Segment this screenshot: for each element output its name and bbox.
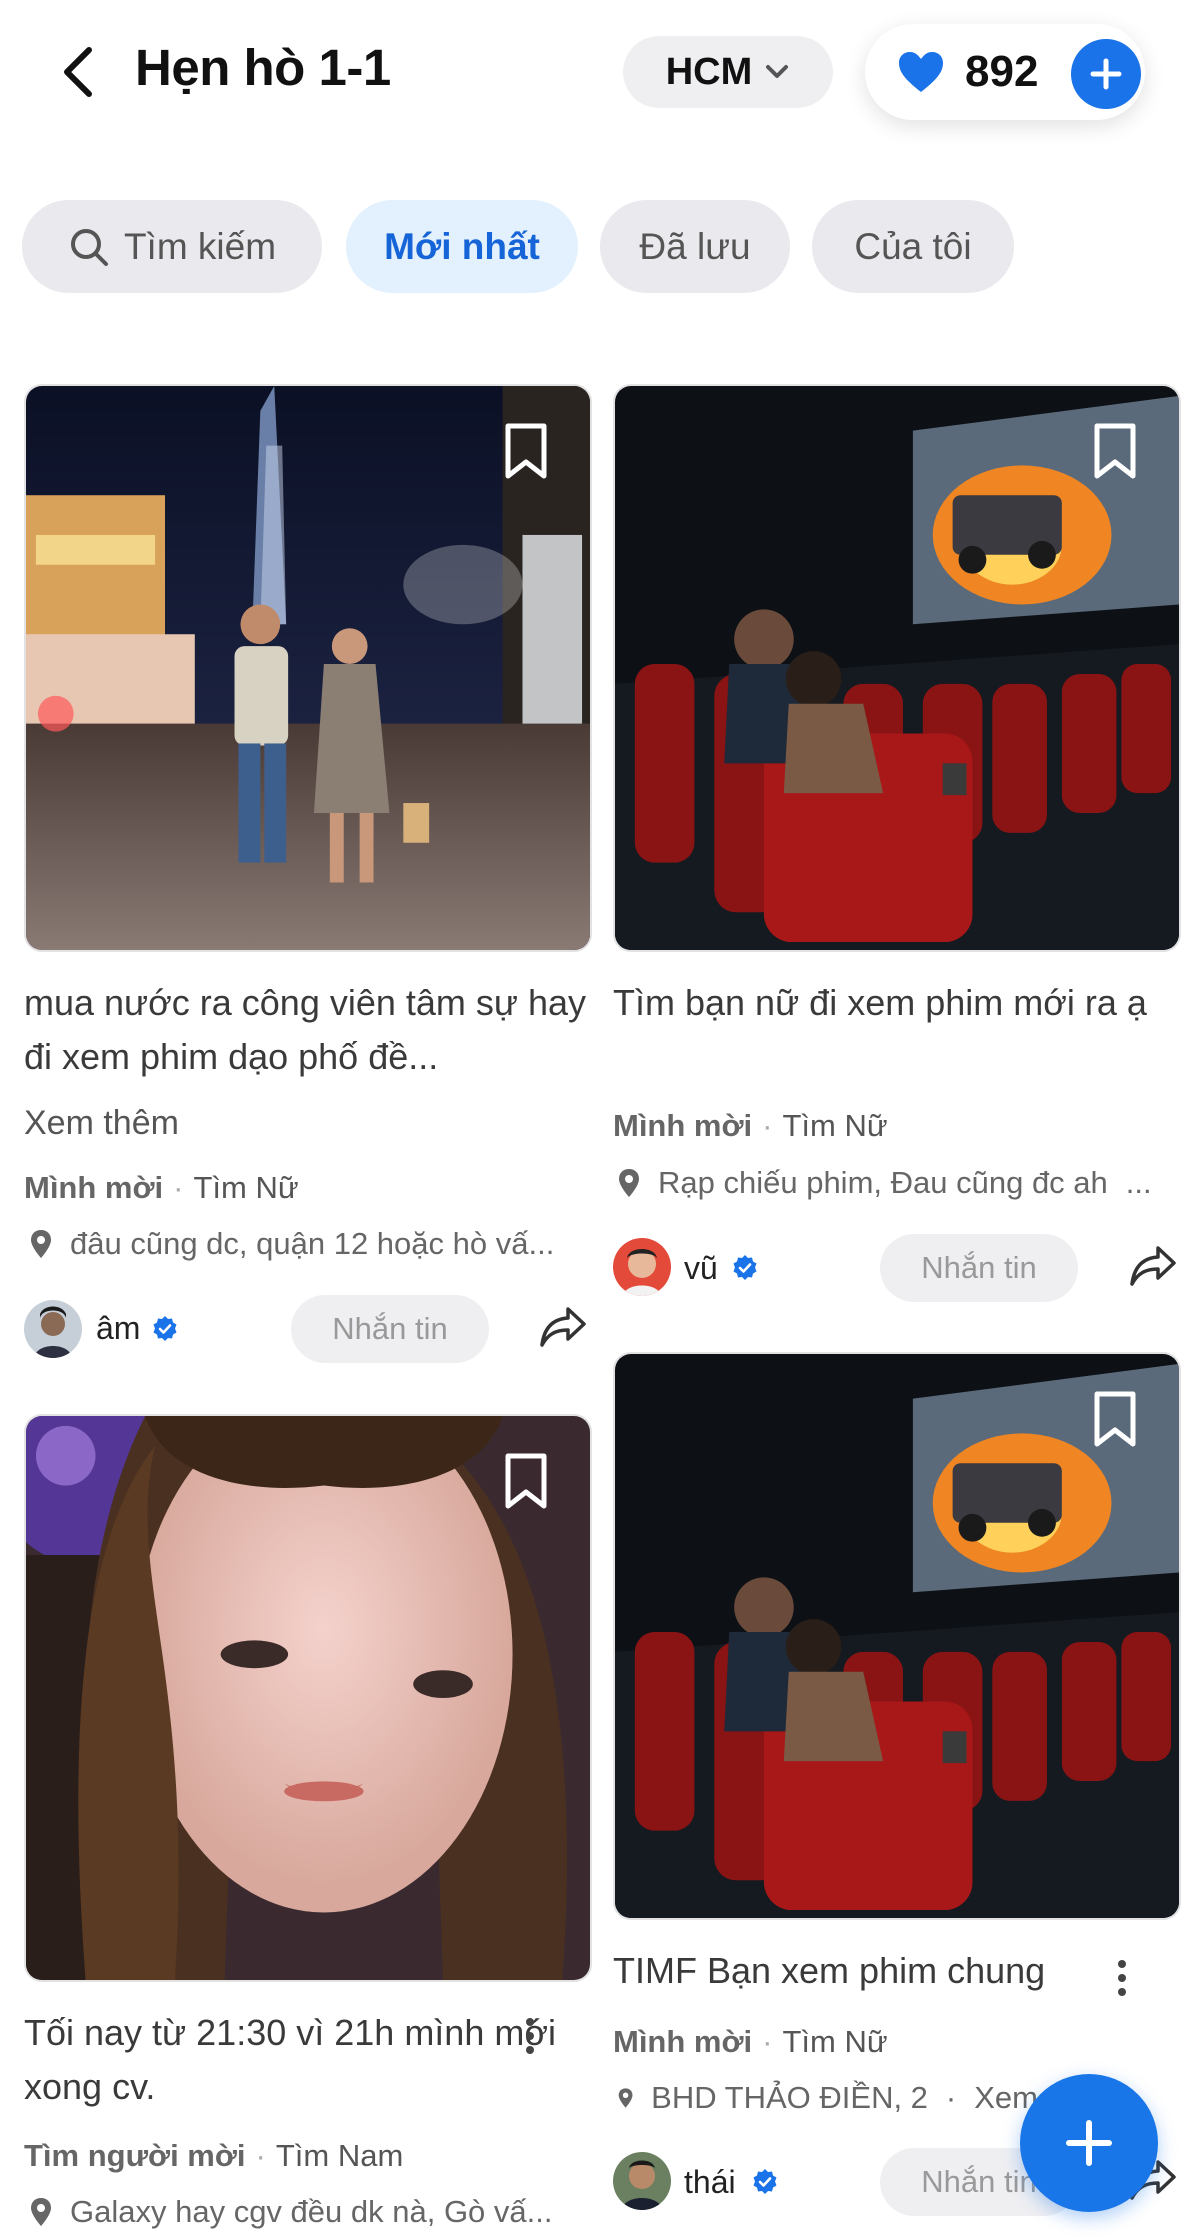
bookmark-icon[interactable]: [1091, 422, 1139, 480]
meta-separator: ·: [762, 2024, 773, 2059]
tab-newest[interactable]: Mới nhất: [346, 200, 578, 293]
author-name[interactable]: thái: [684, 2164, 736, 2201]
post-title[interactable]: Tối nay từ 21:30 vì 21h mình mới xong cv…: [24, 2006, 569, 2114]
likes-counter[interactable]: 892: [865, 24, 1145, 120]
add-likes-button[interactable]: [1071, 39, 1141, 109]
verified-badge-icon: [753, 2169, 777, 2194]
location-pin-icon: [619, 1169, 639, 1197]
post-location: Galaxy hay cgv đều dk nà, Gò vấ...: [30, 2194, 582, 2230]
post-type: Mình mời: [613, 2024, 753, 2059]
post-target: Tìm Nữ: [782, 2024, 888, 2059]
location-more: ...: [1125, 1165, 1152, 1200]
message-button[interactable]: Nhắn tin: [880, 1234, 1078, 1302]
author-name[interactable]: âm: [96, 1310, 140, 1347]
bookmark-icon[interactable]: [502, 1452, 550, 1510]
post-target: Tìm Nam: [275, 2138, 404, 2173]
post-location: Rạp chiếu phim, Đau cũng đc ah ...: [618, 1165, 1188, 1201]
author-name[interactable]: vũ: [684, 1250, 718, 1287]
meta-separator: ·: [173, 1170, 184, 1205]
bookmark-icon[interactable]: [1091, 1390, 1139, 1448]
post-meta: Mình mời · Tìm Nữ: [613, 1108, 888, 1144]
see-more-link[interactable]: Xem thêm: [24, 1104, 179, 1143]
create-post-button[interactable]: [1020, 2074, 1158, 2212]
verified-badge-icon: [733, 1255, 757, 1280]
post-title[interactable]: mua nước ra công viên tâm sự hay đi xem …: [24, 976, 599, 1084]
post-title[interactable]: TIMF Bạn xem phim chung: [613, 1944, 1188, 1998]
tab-saved[interactable]: Đã lưu: [600, 200, 790, 293]
search-icon: [70, 228, 108, 266]
more-options-icon[interactable]: [1116, 1958, 1128, 1998]
location-text: Rạp chiếu phim, Đau cũng đc ah: [658, 1165, 1108, 1200]
chevron-left-icon: [64, 47, 92, 97]
tab-search[interactable]: Tìm kiếm: [22, 200, 322, 293]
post-target: Tìm Nữ: [782, 1108, 888, 1143]
back-button[interactable]: [52, 42, 104, 102]
meta-separator: ·: [945, 2080, 957, 2115]
meta-separator: ·: [255, 2138, 266, 2173]
location-text: đâu cũng dc, quận 12 hoặc hò vấ...: [70, 1226, 555, 1261]
city-selector[interactable]: HCM: [623, 36, 833, 108]
post-image[interactable]: [24, 384, 592, 952]
post-location: BHD THẢO ĐIỀN, 2 · Xem: [618, 2080, 1038, 2116]
location-pin-icon: [31, 2198, 51, 2226]
post-meta: Tìm người mời · Tìm Nam: [24, 2138, 403, 2174]
bookmark-icon[interactable]: [502, 422, 550, 480]
avatar[interactable]: [613, 1238, 671, 1296]
plus-icon: [1066, 2120, 1112, 2166]
location-pin-icon: [31, 1230, 51, 1258]
location-text: BHD THẢO ĐIỀN, 2: [651, 2080, 928, 2115]
chevron-down-icon: [766, 65, 789, 78]
post-image[interactable]: [24, 1414, 592, 1982]
tab-mine[interactable]: Của tôi: [812, 200, 1014, 293]
post-target: Tìm Nữ: [193, 1170, 299, 1205]
verified-badge-icon: [153, 1316, 177, 1341]
tab-newest-label: Mới nhất: [384, 225, 540, 267]
post-title[interactable]: Tìm bạn nữ đi xem phim mới ra ạ: [613, 976, 1183, 1030]
share-icon[interactable]: [1128, 1244, 1178, 1288]
post-image[interactable]: [613, 384, 1181, 952]
plus-icon: [1090, 58, 1122, 90]
app-header: Hẹn hò 1-1 HCM 892: [0, 0, 1200, 150]
post-type: Mình mời: [613, 1108, 753, 1143]
post-type: Tìm người mời: [24, 2138, 246, 2173]
tab-saved-label: Đã lưu: [639, 225, 751, 267]
share-icon[interactable]: [538, 1305, 588, 1349]
avatar[interactable]: [613, 2152, 671, 2210]
location-pin-icon: [618, 2088, 633, 2108]
tab-mine-label: Của tôi: [854, 225, 972, 267]
avatar-image: [24, 1300, 82, 1358]
city-label: HCM: [665, 50, 753, 93]
location-text: Galaxy hay cgv đều dk nà, Gò vấ...: [70, 2194, 553, 2229]
message-button[interactable]: Nhắn tin: [291, 1295, 489, 1363]
meta-separator: ·: [762, 1108, 773, 1143]
avatar-image: [613, 1238, 671, 1296]
more-options-icon[interactable]: [524, 2016, 536, 2056]
page-title: Hẹn hò 1-1: [135, 39, 391, 96]
post-location: đâu cũng dc, quận 12 hoặc hò vấ...: [30, 1226, 582, 1262]
post-meta: Mình mời · Tìm Nữ: [613, 2024, 888, 2060]
avatar-image: [613, 2152, 671, 2210]
post-type: Mình mời: [24, 1170, 164, 1205]
tab-search-label: Tìm kiếm: [123, 225, 277, 267]
post-meta: Mình mời · Tìm Nữ: [24, 1170, 299, 1206]
heart-icon: [899, 52, 943, 92]
likes-count: 892: [965, 47, 1039, 96]
avatar[interactable]: [24, 1300, 82, 1358]
post-image[interactable]: [613, 1352, 1181, 1920]
